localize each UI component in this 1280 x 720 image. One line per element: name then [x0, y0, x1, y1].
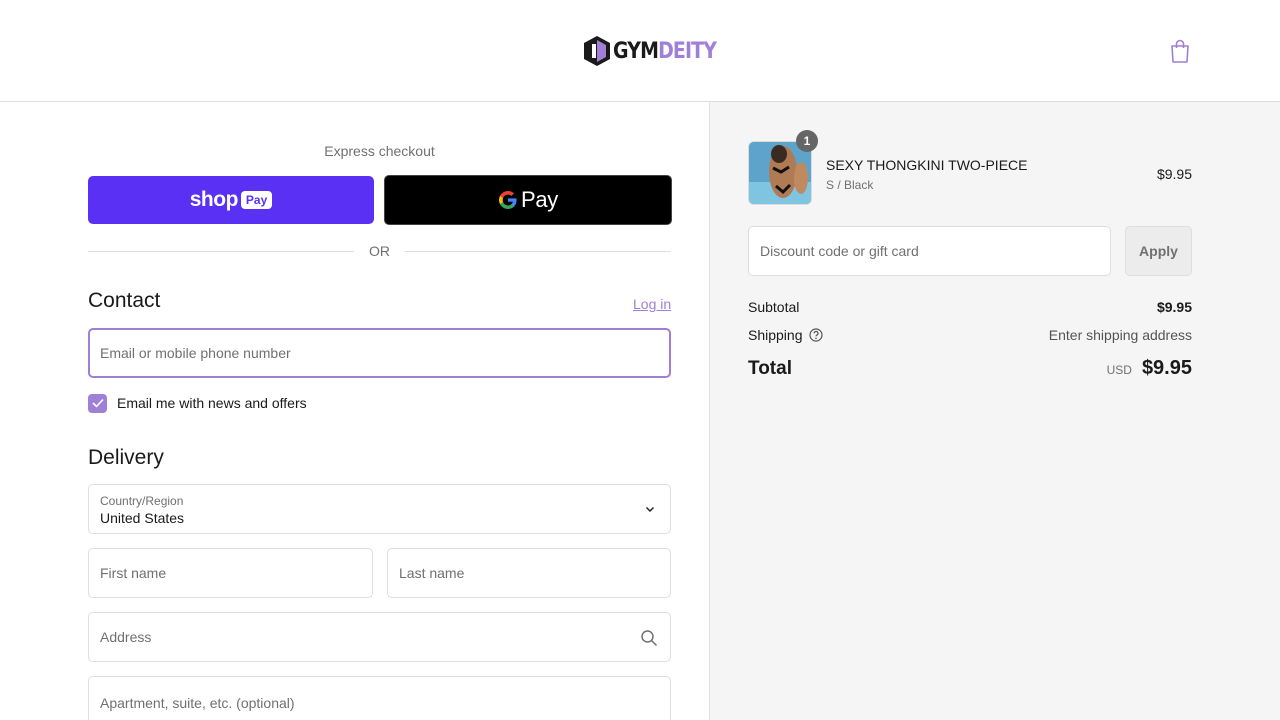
discount-placeholder: Discount code or gift card	[760, 243, 919, 259]
address-placeholder: Address	[100, 629, 152, 645]
shipping-label: Shipping	[748, 327, 803, 343]
logo-mark-icon	[584, 36, 610, 66]
last-name-field[interactable]: Last name	[387, 548, 671, 598]
newsletter-label: Email me with news and offers	[117, 395, 307, 411]
subtotal-row: Subtotal $9.95	[748, 299, 1192, 315]
country-value: United States	[100, 510, 185, 526]
subtotal-value: $9.95	[1156, 299, 1192, 315]
or-divider: OR	[88, 241, 671, 261]
search-icon	[641, 630, 658, 647]
brand-wordmark-right: DEITY	[658, 38, 717, 64]
apply-discount-button[interactable]: Apply	[1125, 226, 1192, 276]
email-field[interactable]: Email or mobile phone number	[88, 328, 671, 378]
product-variant: S / Black	[826, 178, 874, 192]
apartment-field[interactable]: Apartment, suite, etc. (optional)	[88, 676, 671, 720]
express-checkout-title: Express checkout	[324, 143, 435, 159]
address-field[interactable]: Address	[88, 612, 671, 662]
email-placeholder: Email or mobile phone number	[100, 345, 291, 361]
first-name-placeholder: First name	[100, 565, 167, 581]
shop-pay-wordmark: shop	[189, 188, 239, 211]
login-link[interactable]: Log in	[633, 296, 671, 312]
shop-pay-pill: Pay	[240, 191, 273, 209]
shipping-label-group: Shipping	[748, 327, 823, 343]
google-pay-label: Pay	[520, 187, 558, 212]
brand-wordmark-left: GYM	[613, 38, 659, 64]
subtotal-label: Subtotal	[748, 299, 800, 315]
product-name: SEXY THONGKINI TWO-PIECE	[826, 157, 1028, 173]
newsletter-option[interactable]: Email me with news and offers	[88, 393, 307, 413]
delivery-heading: Delivery	[88, 446, 164, 469]
shipping-value: Enter shipping address	[1048, 327, 1192, 343]
shopping-bag-icon[interactable]	[1168, 38, 1192, 64]
total-row: Total USD $9.95	[748, 357, 1192, 380]
site-header: GYM DEITY	[0, 0, 1280, 102]
country-label: Country/Region	[100, 494, 184, 508]
chevron-down-icon	[646, 507, 654, 512]
total-amount-group: USD $9.95	[1107, 357, 1192, 380]
shipping-row: Shipping Enter shipping address	[748, 327, 1192, 343]
country-select[interactable]: Country/Region United States	[88, 484, 671, 534]
shop-pay-button[interactable]: shop Pay	[88, 176, 374, 224]
contact-heading: Contact	[88, 289, 161, 312]
discount-code-field[interactable]: Discount code or gift card	[748, 226, 1111, 276]
brand-wordmark: GYM DEITY	[613, 38, 717, 64]
help-circle-icon[interactable]	[808, 328, 823, 342]
last-name-placeholder: Last name	[399, 565, 465, 581]
apartment-placeholder: Apartment, suite, etc. (optional)	[100, 695, 295, 711]
or-label: OR	[369, 243, 390, 259]
divider-line-left	[88, 250, 354, 252]
product-price: $9.95	[1156, 166, 1192, 182]
currency-code: USD	[1106, 363, 1132, 377]
total-label: Total	[748, 357, 792, 379]
newsletter-checkbox[interactable]	[88, 393, 107, 413]
total-value: $9.95	[1141, 357, 1192, 379]
google-g-icon	[498, 191, 517, 209]
divider-line-right	[405, 250, 671, 252]
first-name-field[interactable]: First name	[88, 548, 373, 598]
quantity-badge: 1	[796, 130, 818, 152]
brand-logo[interactable]: GYM DEITY	[583, 35, 733, 67]
google-pay-button[interactable]: Pay	[384, 175, 672, 225]
checkmark-icon	[91, 398, 104, 408]
